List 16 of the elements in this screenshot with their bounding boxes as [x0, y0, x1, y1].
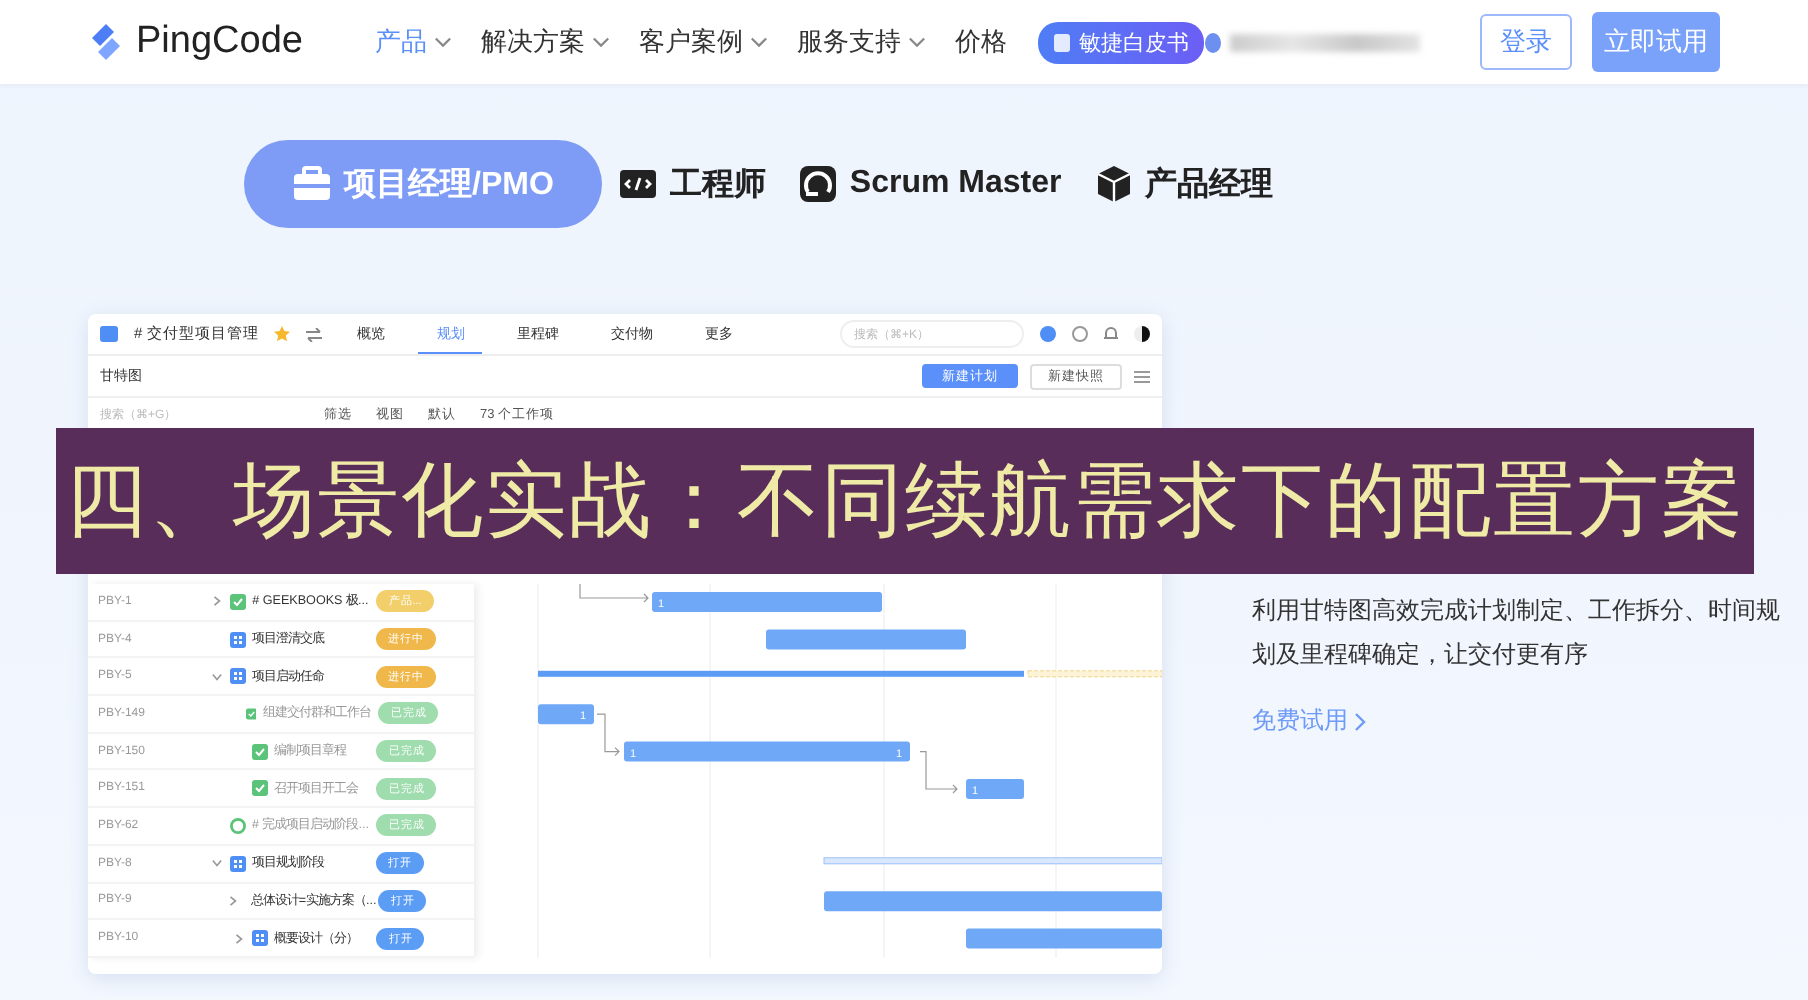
role-tab[interactable]: 项目经理/PMO	[244, 140, 602, 228]
free-trial-link[interactable]: 免费试用	[1252, 704, 1366, 738]
logo-text[interactable]: PingCode	[136, 20, 303, 64]
role-tab[interactable]: 产品经理	[1077, 140, 1290, 228]
feature-description: 利用甘特图高效完成计划制定、工作拆分、时间规划及里程碑确定，让交付更有序	[1252, 594, 1782, 672]
banner-title: 四、场景化实战：不同续航需求下的配置方案	[56, 428, 1754, 574]
role-tab[interactable]: Scrum Master	[781, 140, 1078, 228]
nav-item[interactable]: 价格	[954, 24, 1007, 60]
nav-item[interactable]: 客户案例	[638, 24, 769, 60]
whitepaper-badge[interactable]: 敏捷白皮书	[1038, 21, 1205, 63]
nav-item[interactable]: 服务支持	[796, 24, 927, 60]
nav-item[interactable]: 解决方案	[480, 24, 611, 60]
trial-button[interactable]: 立即试用	[1592, 12, 1720, 72]
role-tab[interactable]: 工程师	[601, 140, 782, 228]
nav-item[interactable]: 产品	[374, 24, 453, 60]
login-button[interactable]: 登录	[1480, 14, 1572, 70]
